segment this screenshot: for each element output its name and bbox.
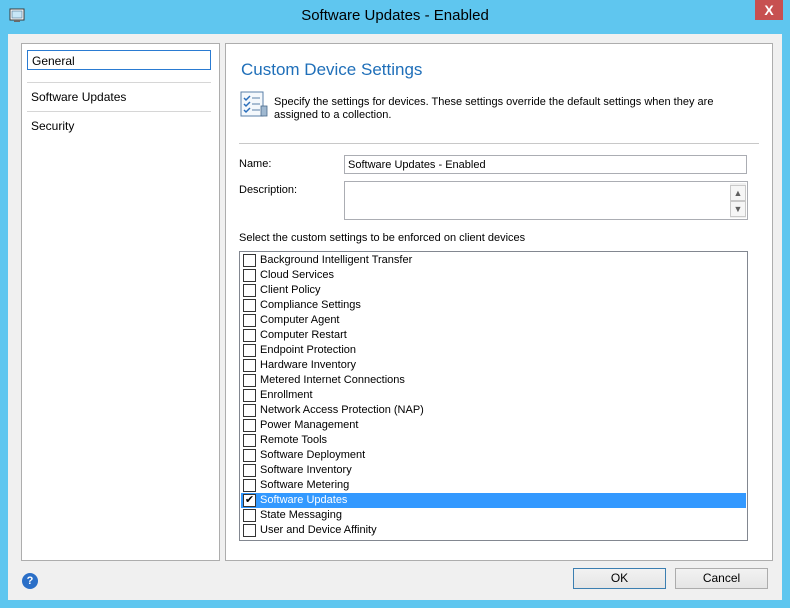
list-item[interactable]: Remote Tools xyxy=(241,433,746,448)
list-item-label: Software Metering xyxy=(260,479,350,491)
nav-item-general[interactable]: General xyxy=(27,50,211,70)
list-item[interactable]: ✔ Software Updates xyxy=(241,493,746,508)
checkbox[interactable] xyxy=(243,434,256,447)
list-item[interactable]: State Messaging xyxy=(241,508,746,523)
list-item-label: Cloud Services xyxy=(260,269,334,281)
list-item-label: Power Management xyxy=(260,419,359,431)
list-item[interactable]: Software Metering xyxy=(241,478,746,493)
name-label: Name: xyxy=(239,158,272,170)
list-item[interactable]: Compliance Settings xyxy=(241,298,746,313)
list-item-label: Enrollment xyxy=(260,389,313,401)
list-item-label: Network Access Protection (NAP) xyxy=(260,404,424,416)
settings-checklist-icon xyxy=(240,91,268,117)
name-field[interactable]: Software Updates - Enabled xyxy=(344,155,747,174)
list-item[interactable]: Network Access Protection (NAP) xyxy=(241,403,746,418)
description-field[interactable]: ▲ ▼ xyxy=(344,181,748,220)
list-item-label: Endpoint Protection xyxy=(260,344,357,356)
description-scrollbar[interactable]: ▲ ▼ xyxy=(730,183,746,218)
list-item[interactable]: Enrollment xyxy=(241,388,746,403)
checkbox[interactable] xyxy=(243,389,256,402)
list-item-label: Remote Tools xyxy=(260,434,328,446)
scroll-up-icon[interactable]: ▲ xyxy=(730,185,746,201)
list-item-label: Software Updates xyxy=(260,494,348,506)
checkbox[interactable] xyxy=(243,344,256,357)
intro-text: Specify the settings for devices. These … xyxy=(274,96,714,121)
checkbox[interactable] xyxy=(243,509,256,522)
list-item-label: User and Device Affinity xyxy=(260,524,377,536)
list-item[interactable]: Power Management xyxy=(241,418,746,433)
checkbox[interactable] xyxy=(243,269,256,282)
content-pane: Custom Device Settings Specify the setti… xyxy=(225,43,773,561)
checkbox[interactable] xyxy=(243,284,256,297)
list-item[interactable]: Background Intelligent Transfer xyxy=(241,253,746,268)
list-item-label: Metered Internet Connections xyxy=(260,374,405,386)
title-bar: Software Updates - Enabled X xyxy=(0,0,790,34)
checkbox[interactable] xyxy=(243,419,256,432)
checkbox[interactable] xyxy=(243,404,256,417)
list-item[interactable]: User and Device Affinity xyxy=(241,523,746,538)
nav-divider xyxy=(27,111,211,112)
checkbox[interactable] xyxy=(243,524,256,537)
help-icon[interactable]: ? xyxy=(22,573,38,589)
checkbox[interactable] xyxy=(243,329,256,342)
checkbox[interactable] xyxy=(243,299,256,312)
ok-button[interactable]: OK xyxy=(573,568,666,589)
list-item[interactable]: Computer Restart xyxy=(241,328,746,343)
checkbox[interactable]: ✔ xyxy=(243,494,256,507)
list-item[interactable]: Client Policy xyxy=(241,283,746,298)
list-item[interactable]: Software Deployment xyxy=(241,448,746,463)
close-button[interactable]: X xyxy=(755,0,783,20)
settings-list-label: Select the custom settings to be enforce… xyxy=(239,232,526,244)
checkbox[interactable] xyxy=(243,464,256,477)
dialog-body: General Software Updates Security Custom… xyxy=(8,34,782,600)
cancel-button[interactable]: Cancel xyxy=(675,568,768,589)
list-item[interactable]: Software Inventory xyxy=(241,463,746,478)
checkbox[interactable] xyxy=(243,314,256,327)
list-item-label: Software Inventory xyxy=(260,464,352,476)
list-item-label: Background Intelligent Transfer xyxy=(260,254,413,266)
list-item[interactable]: Cloud Services xyxy=(241,268,746,283)
list-item-label: Software Deployment xyxy=(260,449,366,461)
nav-item-software-updates[interactable]: Software Updates xyxy=(27,87,211,107)
settings-list: Background Intelligent Transfer Cloud Ser… xyxy=(239,251,748,541)
list-item[interactable]: Endpoint Protection xyxy=(241,343,746,358)
description-label: Description: xyxy=(239,184,298,196)
list-item-label: Client Policy xyxy=(260,284,321,296)
checkbox[interactable] xyxy=(243,359,256,372)
list-item-label: Computer Restart xyxy=(260,329,347,341)
list-item-label: Hardware Inventory xyxy=(260,359,356,371)
separator xyxy=(239,143,759,144)
nav-divider xyxy=(27,82,211,83)
list-item-label: Compliance Settings xyxy=(260,299,361,311)
navigation-pane: General Software Updates Security xyxy=(21,43,220,561)
window-title: Software Updates - Enabled xyxy=(301,7,489,24)
checkbox[interactable] xyxy=(243,479,256,492)
list-item[interactable]: Computer Agent xyxy=(241,313,746,328)
checkbox[interactable] xyxy=(243,254,256,267)
checkbox[interactable] xyxy=(243,449,256,462)
list-item[interactable]: Hardware Inventory xyxy=(241,358,746,373)
page-title: Custom Device Settings xyxy=(241,60,423,79)
nav-item-security[interactable]: Security xyxy=(27,116,211,136)
checkbox[interactable] xyxy=(243,374,256,387)
scroll-down-icon[interactable]: ▼ xyxy=(730,201,746,217)
list-item-label: State Messaging xyxy=(260,509,342,521)
list-item-label: Computer Agent xyxy=(260,314,340,326)
list-item[interactable]: Metered Internet Connections xyxy=(241,373,746,388)
